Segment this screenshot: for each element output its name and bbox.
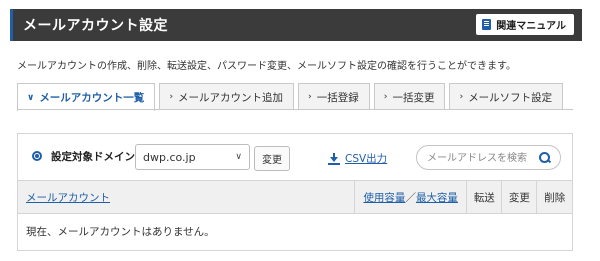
header-delete: 削除 xyxy=(536,180,572,214)
search-icon[interactable] xyxy=(539,152,550,163)
header-usage: 使用容量／最大容量 xyxy=(354,180,467,214)
account-list-panel: 設定対象ドメイン dwp.co.jp ∨ 変更 CSV出力 メールアカウント 使… xyxy=(17,133,573,251)
domain-select-value: dwp.co.jp xyxy=(143,150,196,164)
sort-usage-link[interactable]: 使用容量 xyxy=(363,192,405,204)
page-description: メールアカウントの作成、削除、転送設定、パスワード変更、メールソフト設定の確認を… xyxy=(17,61,516,72)
header-change: 変更 xyxy=(501,180,537,214)
filter-row: 設定対象ドメイン dwp.co.jp ∨ 変更 CSV出力 xyxy=(18,134,572,180)
download-icon xyxy=(328,152,340,165)
domain-select[interactable]: dwp.co.jp ∨ xyxy=(135,144,250,170)
tab-label: メールソフト設定 xyxy=(468,91,553,104)
chevron-right-icon: › xyxy=(308,92,312,102)
related-manual-label: 関連マニュアル xyxy=(496,21,566,32)
tab-bulk-change[interactable]: › 一括変更 xyxy=(373,83,446,110)
tab-account-list[interactable]: ∨ メールアカウント一覧 xyxy=(17,83,156,111)
sort-account-link[interactable]: メールアカウント xyxy=(26,192,110,204)
chevron-down-icon: ∨ xyxy=(235,152,242,162)
header-account: メールアカウント xyxy=(18,180,355,214)
radio-icon xyxy=(32,151,42,161)
chevron-right-icon: › xyxy=(459,92,464,102)
change-domain-button[interactable]: 変更 xyxy=(254,146,290,171)
csv-export-link[interactable]: CSV出力 xyxy=(328,151,387,166)
tab-account-add[interactable]: › メールアカウント追加 xyxy=(159,83,295,110)
tab-divider xyxy=(17,109,573,110)
tab-label: 一括変更 xyxy=(392,91,435,104)
page-header: メールアカウント設定 関連マニュアル xyxy=(10,9,582,41)
csv-export-label: CSV出力 xyxy=(345,153,388,165)
search-input[interactable] xyxy=(427,150,535,166)
tab-bar: ∨ メールアカウント一覧 › メールアカウント追加 › 一括登録 › 一括変更 … xyxy=(17,83,564,111)
search-box xyxy=(416,145,561,170)
tab-label: メールアカウント追加 xyxy=(178,91,284,104)
related-manual-button[interactable]: 関連マニュアル xyxy=(476,14,574,35)
header-separator: ／ xyxy=(405,191,416,204)
table-header-row: メールアカウント 使用容量／最大容量 転送 変更 削除 xyxy=(18,180,572,214)
header-forward: 転送 xyxy=(466,180,502,214)
chevron-down-icon: ∨ xyxy=(27,92,35,103)
tab-label: メールアカウント一覧 xyxy=(39,92,145,104)
chevron-right-icon: › xyxy=(383,92,388,102)
page-title: メールアカウント設定 xyxy=(23,18,168,34)
table-row: 現在、メールアカウントはありません。 xyxy=(18,214,572,250)
tab-mail-software[interactable]: › メールソフト設定 xyxy=(449,83,564,110)
sort-max-link[interactable]: 最大容量 xyxy=(416,192,458,204)
domain-label: 設定対象ドメイン xyxy=(51,151,135,163)
book-icon xyxy=(482,19,492,30)
tab-label: 一括登録 xyxy=(316,91,359,104)
chevron-right-icon: › xyxy=(169,92,174,102)
account-table: メールアカウント 使用容量／最大容量 転送 変更 削除 現在、メールアカウントは… xyxy=(18,180,572,250)
empty-message: 現在、メールアカウントはありません。 xyxy=(26,226,215,239)
tab-bulk-register[interactable]: › 一括登録 xyxy=(298,83,370,110)
